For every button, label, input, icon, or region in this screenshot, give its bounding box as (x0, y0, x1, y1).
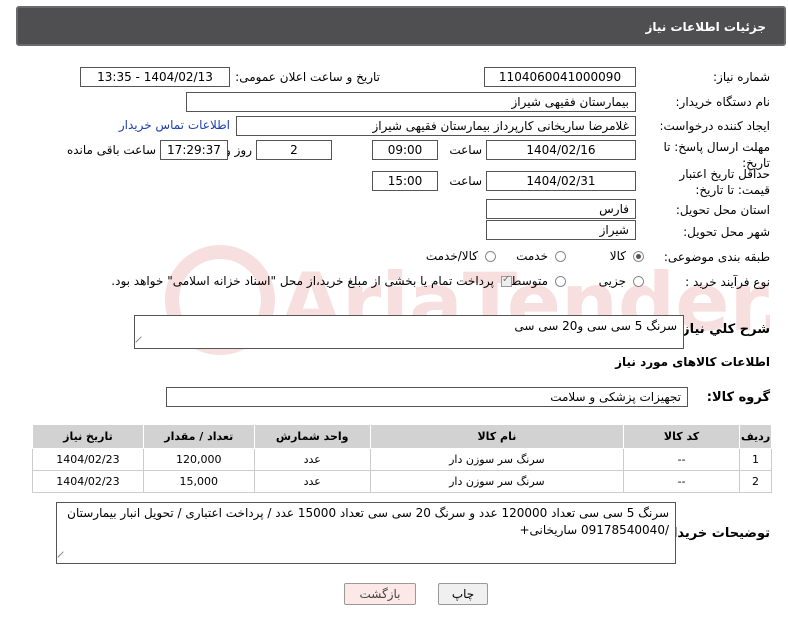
col-code-header: کد کالا (623, 424, 741, 449)
print-button[interactable]: چاپ (438, 583, 488, 605)
resize-handle[interactable] (57, 551, 69, 563)
col-date-header: تاریخ نیاز (32, 424, 144, 449)
announce-field: 1404/02/13 - 13:35 (80, 67, 230, 87)
process-radio-minor[interactable] (633, 276, 644, 287)
table-cell: سرنگ سر سوزن دار (369, 470, 625, 493)
category-radio-goods-service[interactable] (485, 251, 496, 262)
remaining-word: ساعت باقی مانده (66, 143, 156, 157)
col-unit-header: واحد شمارش (253, 424, 371, 449)
city-label: شهر محل تحویل: (683, 225, 770, 239)
table-cell: 1404/02/23 (32, 470, 144, 493)
buyer-notes-field: سرنگ 5 سی سی تعداد 120000 عدد و سرنگ 20 … (56, 502, 676, 564)
goods-group-field: تجهیزات پزشکی و سلامت (166, 387, 688, 407)
category-radio-service[interactable] (555, 251, 566, 262)
min-price-date-field: 1404/02/31 (486, 171, 636, 191)
need-number-label: شماره نیاز: (713, 70, 770, 84)
min-price-time-field: 15:00 (372, 171, 438, 191)
buyer-org-label: نام دستگاه خریدار: (675, 95, 771, 109)
category-radio-goods[interactable] (633, 251, 644, 262)
need-number-field: 1104060041000090 (484, 67, 636, 87)
col-row-header: ردیف (739, 424, 772, 449)
col-qty-header: تعداد / مقدار (142, 424, 255, 449)
deadline-date-field: 1404/02/16 (486, 140, 636, 160)
announce-label: تاریخ و ساعت اعلان عمومی: (235, 70, 380, 84)
buyer-org-field: بیمارستان فقیهی شیراز (186, 92, 636, 112)
goods-group-label: گروه کالا: (706, 390, 770, 405)
city-field: شیراز (486, 220, 636, 240)
page-title: جزئیات اطلاعات نیاز (645, 20, 766, 34)
creator-field: غلامرضا ساریخانی کارپرداز بیمارستان فقیه… (236, 116, 636, 136)
table-row: 1 -- سرنگ سر سوزن دار عدد 120,000 1404/0… (32, 448, 772, 471)
creator-label: ایجاد کننده درخواست: (659, 119, 770, 133)
min-price-label: حداقل تاریخ اعتبار قیمت: تا تاریخ: (679, 167, 770, 197)
table-cell: 1404/02/23 (32, 448, 144, 471)
remaining-time-field: 17:29:37 (160, 140, 228, 160)
summary-text: سرنگ 5 سی سی و20 سی سی (514, 319, 677, 333)
deadline-time-field: 09:00 (372, 140, 438, 160)
category-option-goods: کالا (609, 249, 626, 263)
category-option-service: خدمت (516, 249, 548, 263)
buyer-notes-text: سرنگ 5 سی سی تعداد 120000 عدد و سرنگ 20 … (67, 506, 669, 537)
process-option-medium: متوسط (510, 274, 548, 288)
table-cell: -- (623, 470, 741, 493)
back-button[interactable]: بازگشت (344, 583, 416, 605)
contact-info-link[interactable]: اطلاعات تماس خریدار (119, 118, 230, 132)
payment-note: پرداخت تمام یا بخشی از مبلغ خرید،از محل … (111, 274, 494, 288)
goods-table: ردیف کد کالا نام کالا واحد شمارش تعداد /… (32, 424, 772, 493)
table-cell: -- (623, 448, 741, 471)
header-bar: جزئیات اطلاعات نیاز (16, 6, 786, 46)
table-cell: عدد (253, 470, 371, 493)
process-option-minor: جزیی (598, 274, 626, 288)
resize-handle[interactable] (135, 336, 147, 348)
days-field: 2 (256, 140, 332, 160)
summary-label: شرح کلي نیاز: (676, 322, 770, 337)
buyer-notes-label: توضیحات خریدار: (660, 526, 770, 541)
province-label: استان محل تحویل: (675, 203, 770, 217)
deadline-time-word: ساعت (449, 143, 482, 157)
goods-info-title: اطلاعات کالاهای مورد نیاز (615, 355, 770, 369)
table-cell: 15,000 (142, 470, 255, 493)
table-cell: عدد (253, 448, 371, 471)
process-label: نوع فرآیند خرید : (685, 275, 770, 289)
table-cell: 1 (739, 448, 772, 471)
summary-field: سرنگ 5 سی سی و20 سی سی (134, 315, 684, 349)
col-name-header: نام کالا (369, 424, 625, 449)
table-cell: 120,000 (142, 448, 255, 471)
process-radio-medium[interactable] (555, 276, 566, 287)
table-cell: 2 (739, 470, 772, 493)
table-cell: سرنگ سر سوزن دار (369, 448, 625, 471)
table-row: 2 -- سرنگ سر سوزن دار عدد 15,000 1404/02… (32, 470, 772, 493)
min-price-time-word: ساعت (449, 174, 482, 188)
treasury-checkbox[interactable] (501, 274, 512, 287)
category-label: طبقه بندی موضوعی: (663, 250, 770, 264)
days-word: روز و (225, 143, 252, 157)
province-field: فارس (486, 199, 636, 219)
category-option-goods-service: کالا/خدمت (425, 249, 478, 263)
